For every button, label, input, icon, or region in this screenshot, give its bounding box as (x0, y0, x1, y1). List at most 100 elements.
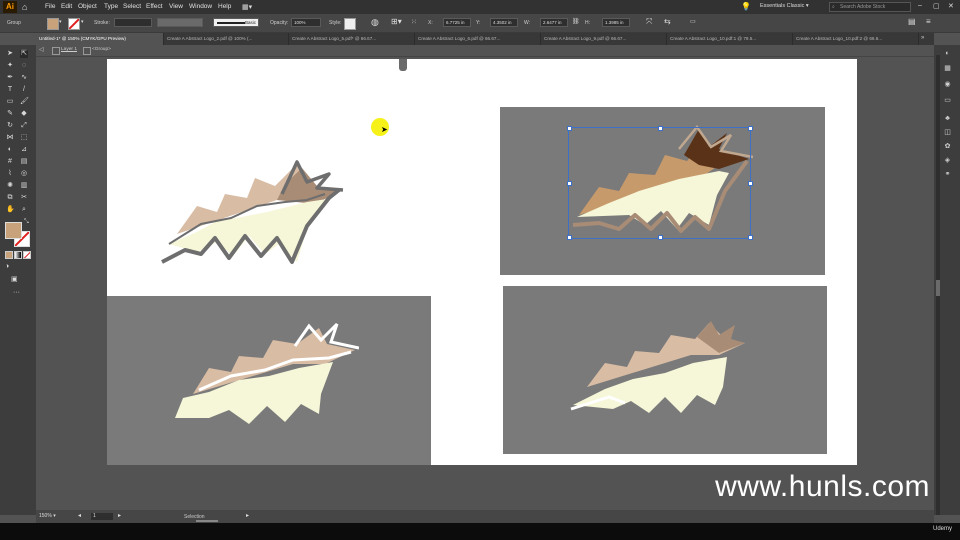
opacity-input[interactable]: 100% (291, 18, 321, 27)
chevron-down-icon[interactable]: ▾ (81, 19, 84, 25)
selection-handle[interactable] (748, 235, 753, 240)
artboard-number-input[interactable]: 1 (91, 513, 113, 520)
menu-help[interactable]: Help (218, 3, 231, 10)
leaf-logo-3[interactable] (169, 314, 359, 429)
arrange-documents-icon[interactable]: ▦▾ (242, 3, 256, 11)
recolor-artwork-icon[interactable]: ◍ (371, 17, 379, 28)
graph-icon[interactable]: ▥ (20, 182, 28, 190)
tab-logo-9[interactable]: Create A Abstract Logo_9.pdf @ 66.67... (541, 33, 667, 45)
reference-point-icon[interactable]: ⁙ (411, 18, 417, 26)
vertical-scrollbar[interactable] (936, 55, 940, 515)
w-input[interactable]: 2.6477 in (540, 18, 568, 27)
menu-type[interactable]: Type (104, 3, 118, 10)
leaf-logo-1[interactable] (157, 154, 347, 269)
menu-file[interactable]: File (45, 3, 55, 10)
align-icon[interactable]: ⊞▾ (391, 17, 402, 26)
rectangle-tool-icon[interactable]: ▭ (6, 98, 14, 106)
tab-overflow-icon[interactable]: » (921, 35, 924, 41)
artboard-prev-icon[interactable]: ◂ (78, 512, 81, 519)
artboard-next-icon[interactable]: ▸ (118, 512, 121, 519)
color-mode-icon[interactable] (5, 251, 13, 259)
stroke-swatch[interactable] (68, 18, 80, 30)
transform-icon[interactable]: ⤧ (646, 17, 652, 27)
color-guide-icon[interactable]: ▦ (943, 65, 952, 73)
tab-logo-2[interactable]: Create A Abstract Logo_2.pdf @ 100% (... (164, 33, 289, 45)
links-icon[interactable]: ⚭ (943, 171, 952, 179)
shaper-icon[interactable]: ✎ (6, 110, 14, 118)
breadcrumb-layer[interactable]: Layer 1 (61, 47, 77, 52)
tab-logo-10-2[interactable]: Create A Abstract Logo_10.pdf:2 @ 66.6..… (793, 33, 919, 45)
none-mode-icon[interactable] (23, 251, 31, 259)
status-menu-icon[interactable]: ▸ (246, 512, 249, 519)
zoom-icon[interactable]: ⌕ (20, 206, 28, 214)
scale-icon[interactable]: ⤢ (20, 122, 28, 130)
eraser-icon[interactable]: ◆ (20, 110, 28, 118)
menu-object[interactable]: Object (78, 3, 97, 10)
screen-mode-icon[interactable]: ▣ (11, 275, 18, 283)
symbol-sprayer-icon[interactable]: ✺ (6, 182, 14, 190)
selection-handle[interactable] (748, 126, 753, 131)
tab-untitled-1[interactable]: Untitled-1* @ 150% (CMYK/GPU Preview) (36, 33, 164, 45)
back-arrow-icon[interactable]: ◁ (39, 46, 47, 54)
menu-window[interactable]: Window (189, 3, 212, 10)
graphic-style-swatch[interactable] (344, 18, 356, 30)
width-tool-icon[interactable]: ⋈ (6, 134, 14, 142)
type-tool-icon[interactable]: T (6, 86, 14, 94)
brush-definition[interactable]: Basic (213, 18, 259, 27)
artboard-tool-icon[interactable]: ⧉ (6, 194, 14, 202)
more-tools-icon[interactable]: ··· (13, 289, 20, 296)
fill-color-box[interactable] (5, 222, 22, 239)
maximize-icon[interactable]: ▢ (933, 2, 940, 10)
home-icon[interactable]: ⌂ (22, 2, 32, 12)
flip-icon[interactable]: ⇆ (664, 17, 671, 26)
pen-tool-icon[interactable]: ✒ (6, 74, 14, 82)
symbols-icon[interactable]: ♣ (943, 115, 952, 123)
slice-icon[interactable]: ✂ (20, 194, 28, 202)
magic-wand-icon[interactable]: ✦ (6, 62, 14, 70)
lasso-icon[interactable]: ◌ (20, 62, 28, 70)
appearance-icon[interactable]: ✿ (943, 143, 952, 151)
search-stock-input[interactable]: ⌕ Search Adobe Stock (829, 2, 911, 12)
paintbrush-icon[interactable]: 🖌 (20, 98, 29, 106)
fill-swatch[interactable] (47, 18, 59, 30)
menu-select[interactable]: Select (123, 3, 141, 10)
selection-handle[interactable] (567, 181, 572, 186)
x-input[interactable]: 6.7725 in (443, 18, 471, 27)
mesh-icon[interactable]: # (6, 158, 14, 166)
selection-handle[interactable] (658, 126, 663, 131)
scrollbar-thumb[interactable] (936, 280, 940, 296)
brushes-icon[interactable]: ▭ (943, 97, 952, 105)
free-transform-icon[interactable]: ⬚ (20, 134, 28, 142)
line-tool-icon[interactable]: / (20, 86, 28, 94)
document-setup-icon[interactable]: ▤ (908, 17, 916, 26)
opacity-label[interactable]: Opacity: (270, 20, 288, 26)
artboard[interactable]: ➤ (107, 59, 857, 465)
rotate-icon[interactable]: ↻ (6, 122, 14, 130)
breadcrumb-group[interactable]: <Group> (92, 47, 111, 52)
swatches-icon[interactable]: ◉ (943, 81, 952, 89)
perspective-icon[interactable]: ⊿ (20, 146, 28, 154)
lightbulb-icon[interactable]: 💡 (741, 2, 751, 11)
selection-tool-icon[interactable]: ➤ (6, 50, 14, 58)
close-icon[interactable]: ✕ (948, 2, 954, 10)
tab-logo-10-1[interactable]: Create A Abstract Logo_10.pdf:1 @ 79.5..… (667, 33, 793, 45)
selection-handle[interactable] (567, 126, 572, 131)
menu-view[interactable]: View (169, 3, 183, 10)
panel-menu-icon[interactable]: ≡ (926, 17, 931, 26)
chevron-down-icon[interactable]: ▾ (59, 19, 62, 25)
gradient-mode-icon[interactable] (14, 251, 22, 259)
color-icon[interactable]: ◐ (943, 50, 952, 58)
selection-bounding-box[interactable] (567, 126, 753, 240)
gradient-icon[interactable]: ▤ (20, 158, 28, 166)
tab-logo-6[interactable]: Create A Abstract Logo_6.pdf @ 66.67... (415, 33, 541, 45)
layers-icon[interactable]: ◈ (943, 157, 952, 165)
curvature-icon[interactable]: ∿ (20, 74, 28, 82)
menu-effect[interactable]: Effect (146, 3, 163, 10)
direct-selection-tool-icon[interactable]: ⇱ (20, 50, 28, 58)
leaf-logo-4[interactable] (569, 313, 759, 423)
minimize-icon[interactable]: – (918, 2, 922, 9)
h-input[interactable]: 1.3985 in (602, 18, 630, 27)
menu-edit[interactable]: Edit (61, 3, 72, 10)
tab-logo-5[interactable]: Create A Abstract Logo_5.pdf* @ 66.67... (289, 33, 415, 45)
selection-handle[interactable] (567, 235, 572, 240)
